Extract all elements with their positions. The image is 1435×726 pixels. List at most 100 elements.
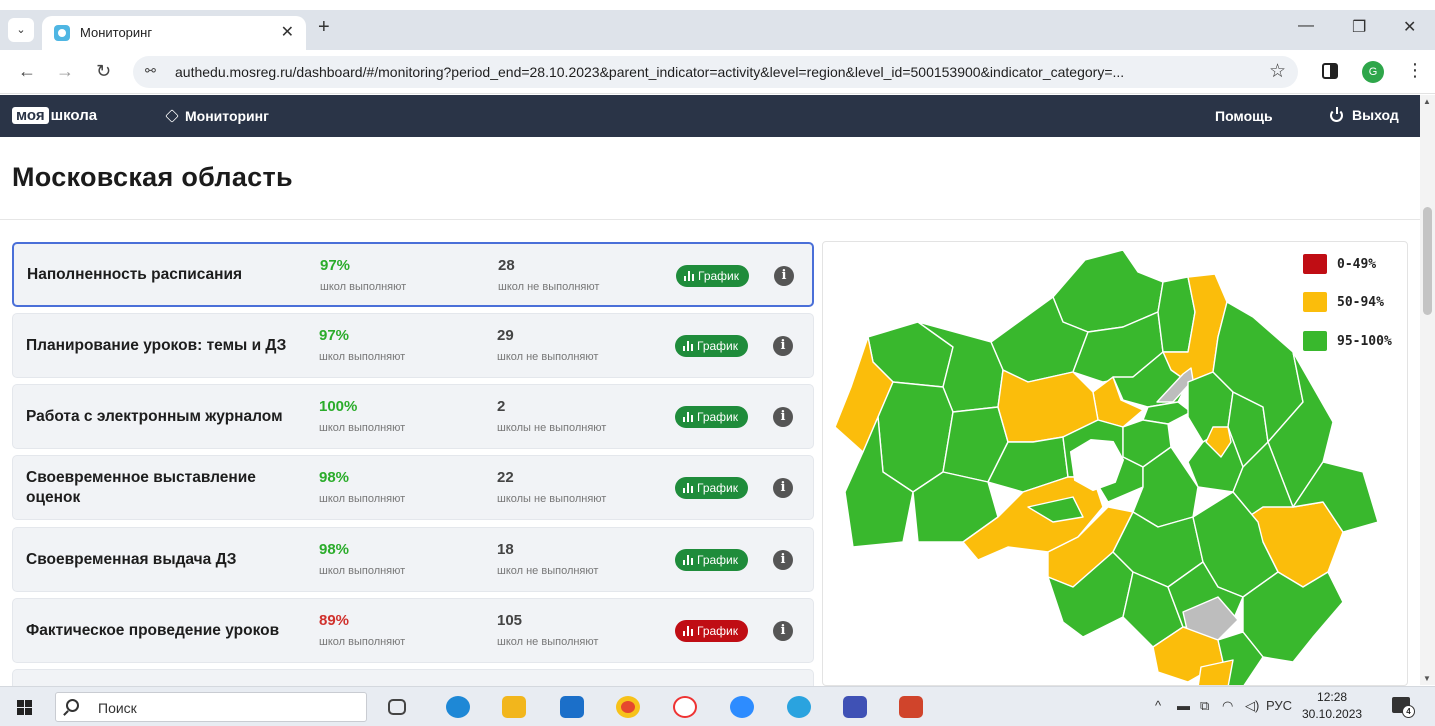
indicator-card-partial[interactable]: [12, 669, 814, 686]
chart-button-label: График: [697, 339, 738, 353]
indicator-percent: 97%: [320, 257, 351, 274]
tray-wifi-icon[interactable]: ◠: [1222, 698, 1233, 714]
bar-chart-icon: [683, 341, 693, 351]
site-info-icon[interactable]: ⚯: [145, 63, 156, 79]
help-link[interactable]: Помощь: [1215, 108, 1273, 124]
percent-caption: школ выполняют: [320, 281, 407, 293]
page-title: Московская область: [12, 162, 293, 192]
cube-icon: [165, 109, 179, 123]
chart-button[interactable]: График: [675, 620, 748, 642]
tab-search-chevron-icon[interactable]: ⌄: [8, 18, 34, 42]
browser-menu-icon[interactable]: ⋮: [1406, 60, 1424, 81]
edge-browser-icon[interactable]: [446, 696, 470, 718]
indicator-card[interactable]: Наполненность расписания 97% школ выполн…: [12, 242, 814, 307]
indicator-label: Фактическое проведение уроков: [26, 621, 280, 639]
window-close-icon[interactable]: ✕: [1403, 17, 1416, 37]
indicator-card[interactable]: Работа с электронным журналом 100% школ …: [12, 384, 814, 449]
count-caption: школ не выполняют: [497, 565, 599, 577]
profile-avatar[interactable]: G: [1362, 61, 1384, 83]
chart-button-label: График: [697, 553, 738, 567]
reload-icon[interactable]: ↻: [96, 61, 111, 82]
browser-tab-active[interactable]: Мониторинг ✕: [42, 16, 306, 50]
back-arrow-icon[interactable]: ←: [18, 61, 36, 82]
scrollbar-thumb[interactable]: [1423, 207, 1432, 315]
info-icon[interactable]: i: [773, 621, 793, 641]
side-panel-icon[interactable]: [1322, 63, 1338, 79]
indicator-count: 28: [498, 257, 515, 274]
indicator-percent: 98%: [319, 541, 350, 558]
logo-part-1: моя: [12, 107, 49, 124]
browser-tab-strip: ⌄ Мониторинг ✕ + — ❐ ✕: [0, 10, 1435, 50]
indicator-card[interactable]: Своевременная выдача ДЗ 98% школ выполня…: [12, 527, 814, 592]
chart-button-label: График: [697, 481, 738, 495]
indicator-card[interactable]: Планирование уроков: темы и ДЗ 97% школ …: [12, 313, 814, 378]
indicator-count: 18: [497, 541, 514, 558]
logout-label: Выход: [1352, 107, 1399, 123]
new-tab-plus-icon[interactable]: +: [318, 16, 330, 39]
legend-swatch: [1303, 292, 1327, 312]
window-restore-icon[interactable]: ❐: [1352, 17, 1366, 37]
taskbar-search[interactable]: Поиск: [55, 692, 367, 722]
info-icon[interactable]: i: [773, 550, 793, 570]
scroll-down-icon[interactable]: ▼: [1423, 674, 1431, 683]
address-bar[interactable]: ⚯ authedu.mosreg.ru/dashboard/#/monitori…: [133, 56, 1298, 88]
tray-battery-icon[interactable]: ▬: [1177, 698, 1190, 713]
url-text: authedu.mosreg.ru/dashboard/#/monitoring…: [175, 64, 1125, 80]
indicator-percent: 100%: [319, 398, 358, 415]
bar-chart-icon: [683, 483, 693, 493]
info-icon[interactable]: i: [774, 266, 794, 286]
map-district[interactable]: [1242, 571, 1344, 663]
powerpoint-icon[interactable]: [899, 696, 923, 718]
windows-start-icon[interactable]: [17, 700, 32, 715]
tab-close-icon[interactable]: ✕: [281, 22, 294, 42]
app-header: моя школа Мониторинг Помощь Выход: [0, 95, 1420, 137]
window-minimize-icon[interactable]: —: [1298, 17, 1314, 35]
app-logo[interactable]: моя школа: [12, 107, 97, 127]
chrome-icon[interactable]: [616, 696, 640, 718]
chart-button[interactable]: График: [675, 549, 748, 571]
logo-part-2: школа: [50, 107, 98, 124]
yandex-browser-icon[interactable]: [673, 696, 697, 718]
bookmark-star-icon[interactable]: ☆: [1269, 60, 1286, 83]
indicator-label: Планирование уроков: темы и ДЗ: [26, 336, 287, 354]
indicator-count: 105: [497, 612, 523, 629]
indicator-count: 2: [497, 398, 506, 415]
notification-icon[interactable]: 4: [1392, 697, 1415, 718]
file-explorer-icon[interactable]: [502, 696, 526, 718]
page-scrollbar[interactable]: ▲ ▼: [1420, 95, 1435, 685]
indicator-label: Наполненность расписания: [27, 265, 243, 283]
chart-button[interactable]: График: [675, 477, 748, 499]
indicator-label: Своевременное выставление оценок: [26, 468, 256, 506]
count-caption: школ не выполняют: [497, 636, 599, 648]
info-icon[interactable]: i: [773, 478, 793, 498]
percent-caption: школ выполняют: [319, 493, 406, 505]
percent-caption: школ выполняют: [319, 565, 406, 577]
notification-count: 4: [1402, 705, 1415, 718]
legend-label: 50-94%: [1337, 295, 1384, 310]
indicator-card[interactable]: Своевременное выставление оценок 98% шко…: [12, 455, 814, 520]
forward-arrow-icon[interactable]: →: [56, 61, 74, 82]
task-view-icon[interactable]: [388, 699, 406, 715]
count-caption: школ не выполняют: [497, 351, 599, 363]
info-icon[interactable]: i: [773, 336, 793, 356]
tray-chevron-up-icon[interactable]: ^: [1155, 698, 1161, 713]
info-icon[interactable]: i: [773, 407, 793, 427]
mail-icon[interactable]: [560, 696, 584, 718]
app-icon[interactable]: [843, 696, 867, 718]
scroll-up-icon[interactable]: ▲: [1423, 97, 1431, 106]
count-caption: школ не выполняют: [498, 281, 600, 293]
tray-language[interactable]: РУС: [1266, 698, 1292, 713]
chart-button[interactable]: График: [675, 406, 748, 428]
nav-monitoring[interactable]: Мониторинг: [165, 108, 269, 124]
zoom-icon[interactable]: [730, 696, 754, 718]
count-caption: школы не выполняют: [497, 422, 607, 434]
tray-clock[interactable]: 12:28 30.10.2023: [1302, 689, 1362, 723]
telegram-icon[interactable]: [787, 696, 811, 718]
tray-volume-icon[interactable]: ◁): [1245, 698, 1259, 714]
logout-button[interactable]: Выход: [1330, 107, 1399, 123]
indicator-card[interactable]: Фактическое проведение уроков 89% школ в…: [12, 598, 814, 663]
chart-button[interactable]: График: [675, 335, 748, 357]
chart-button[interactable]: График: [676, 265, 749, 287]
indicator-count: 22: [497, 469, 514, 486]
tray-display-icon[interactable]: ⧉: [1200, 698, 1209, 714]
